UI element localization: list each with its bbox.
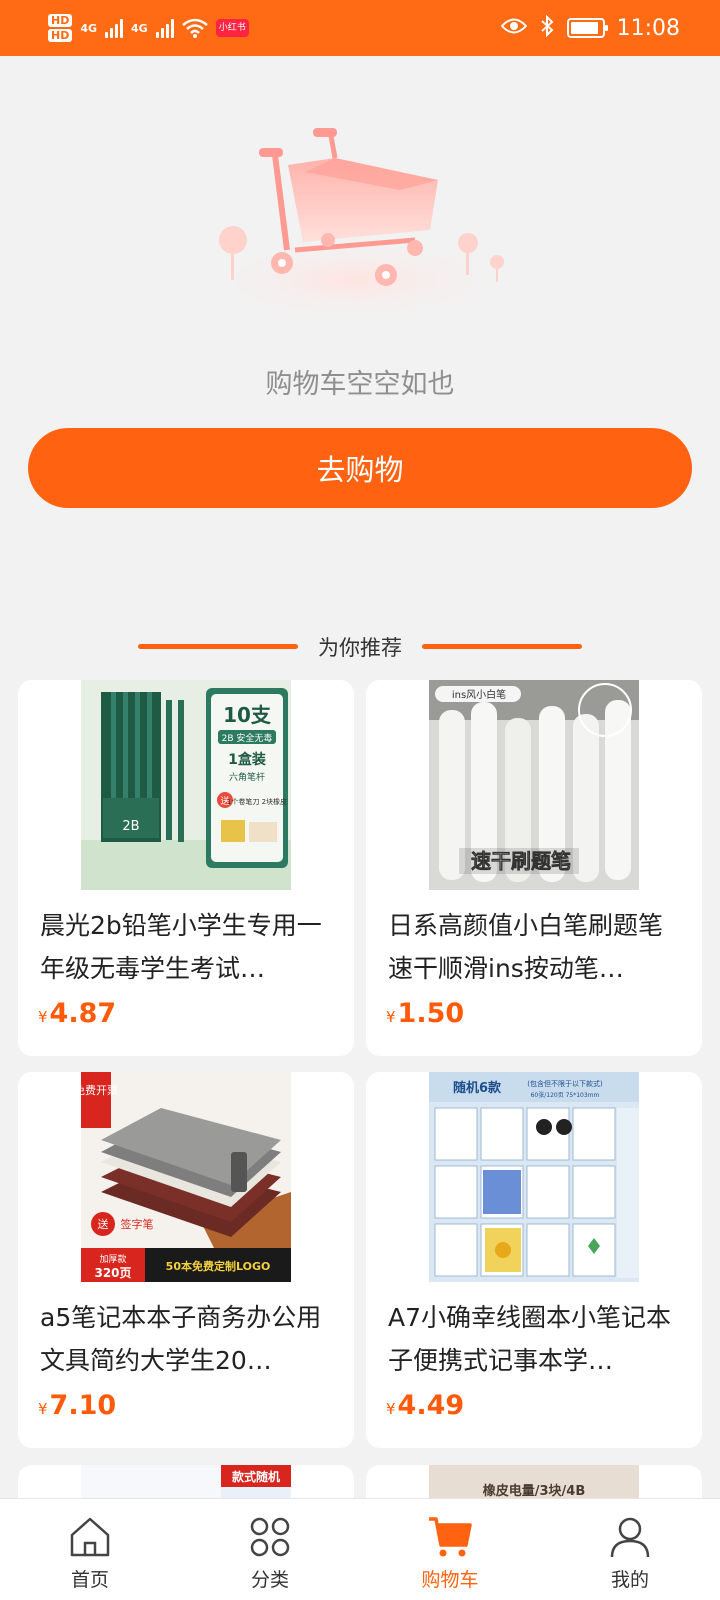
battery-icon xyxy=(566,18,608,38)
image-text: 免费开票 xyxy=(81,1083,118,1097)
image-text: 60张/120页 75*103mm xyxy=(531,1091,600,1099)
clock: 11:08 xyxy=(616,15,680,41)
product-price: ¥4.49 xyxy=(386,1390,464,1421)
status-left: HD HD 4G 4G 小红书 xyxy=(48,14,249,42)
image-text: 随机6款 xyxy=(453,1080,502,1096)
image-text: 橡皮电量/3块/4B xyxy=(483,1483,586,1499)
image-text: 速干刷题笔 xyxy=(471,849,571,873)
image-text: 320页 xyxy=(94,1266,131,1280)
currency-symbol: ¥ xyxy=(38,1008,48,1026)
image-text: 加厚款 xyxy=(99,1253,126,1265)
empty-cart-message: 购物车空空如也 xyxy=(265,369,455,400)
cart-icon xyxy=(429,1517,472,1557)
tab-home[interactable]: 首页 xyxy=(0,1499,180,1600)
image-text: 六角笔杆 xyxy=(229,771,265,783)
user-icon xyxy=(610,1517,650,1558)
price-value: 1.50 xyxy=(397,998,465,1029)
image-text: (包含但不限于以下款式) xyxy=(527,1079,603,1088)
tab-label: 分类 xyxy=(250,1569,289,1591)
image-text: 2B xyxy=(122,819,139,834)
currency-symbol: ¥ xyxy=(386,1400,396,1418)
tab-label: 购物车 xyxy=(421,1569,479,1591)
tab-cart[interactable]: 购物车 xyxy=(360,1499,540,1600)
tab-label: 首页 xyxy=(70,1569,109,1591)
tab-profile[interactable]: 我的 xyxy=(540,1499,720,1600)
hd-badge-2: HD xyxy=(48,29,73,42)
price-value: 4.87 xyxy=(49,998,117,1029)
product-title: A7小确幸线圈本小笔记本子便携式记事本学… xyxy=(388,1303,672,1375)
category-icon xyxy=(250,1517,290,1557)
eye-icon xyxy=(500,17,527,39)
image-text: ins风小白笔 xyxy=(452,688,506,701)
image-text: 10支 xyxy=(223,703,272,727)
product-title: a5笔记本本子商务办公用文具简约大学生20… xyxy=(40,1303,322,1375)
image-text: 签字笔 xyxy=(121,1217,154,1231)
price-value: 4.49 xyxy=(397,1390,465,1421)
tab-category[interactable]: 分类 xyxy=(180,1499,360,1600)
recommend-heading: 为你推荐 xyxy=(0,628,720,664)
product-card[interactable]: 免费开票 送 签字笔 加厚款 320页 50本免费定制LOGO a5笔记本本子商… xyxy=(18,1072,354,1448)
product-image: 2B 10支 2B 安全无毒 1盒装 六角笔杆 送 1个卷笔刀 2块橡皮 xyxy=(81,680,291,890)
product-price: ¥4.87 xyxy=(38,998,116,1029)
wifi-icon xyxy=(181,18,208,38)
currency-symbol: ¥ xyxy=(38,1400,48,1418)
image-text: 2B 安全无毒 xyxy=(222,732,273,744)
image-text: 送 xyxy=(98,1217,109,1231)
product-card[interactable]: 2B 10支 2B 安全无毒 1盒装 六角笔杆 送 1个卷笔刀 2块橡皮 晨光2… xyxy=(18,680,354,1056)
hd-badge-1: HD xyxy=(48,14,73,27)
home-icon xyxy=(70,1517,110,1557)
product-price: ¥7.10 xyxy=(38,1390,116,1421)
product-price: ¥1.50 xyxy=(386,998,464,1029)
network-type-2: 4G xyxy=(131,21,148,35)
tab-label: 我的 xyxy=(610,1569,649,1591)
product-title: 晨光2b铅笔小学生专用一年级无毒学生考试… xyxy=(40,911,322,983)
bottom-tab-bar: 首页 分类 购物车 我的 xyxy=(0,1498,720,1600)
hd-badges: HD HD xyxy=(48,14,73,42)
signal-icon xyxy=(155,18,174,38)
bluetooth-icon xyxy=(539,14,555,41)
app-notification-badge: 小红书 xyxy=(215,19,249,37)
product-card[interactable]: 随机6款 (包含但不限于以下款式) 60张/120页 75*103mm A7小确… xyxy=(366,1072,702,1448)
product-image: 免费开票 送 签字笔 加厚款 320页 50本免费定制LOGO xyxy=(81,1072,291,1282)
empty-cart-illustration xyxy=(190,128,520,325)
recommend-title: 为你推荐 xyxy=(318,636,402,660)
product-title: 日系高颜值小白笔刷题笔速干顺滑ins按动笔… xyxy=(388,911,664,983)
go-shopping-button[interactable]: 去购物 xyxy=(28,428,692,508)
image-text: 1个卷笔刀 2块橡皮 xyxy=(227,797,287,806)
image-text: 1盒装 xyxy=(228,751,267,768)
network-type-1: 4G xyxy=(80,21,98,35)
image-text: 款式随机 xyxy=(232,1469,280,1484)
currency-symbol: ¥ xyxy=(386,1008,396,1026)
signal-icon xyxy=(105,18,124,38)
heading-divider-right xyxy=(422,644,582,649)
price-value: 7.10 xyxy=(49,1390,117,1421)
status-bar: HD HD 4G 4G 小红书 11:08 xyxy=(0,0,720,56)
status-right: 11:08 xyxy=(500,14,680,41)
product-card[interactable]: ins风小白笔 速干刷题笔 日系高颜值小白笔刷题笔速干顺滑ins按动笔… ¥1.… xyxy=(366,680,702,1056)
product-image: ins风小白笔 速干刷题笔 xyxy=(429,680,639,890)
product-image: 随机6款 (包含但不限于以下款式) 60张/120页 75*103mm xyxy=(429,1072,639,1282)
image-text: 50本免费定制LOGO xyxy=(166,1259,271,1273)
